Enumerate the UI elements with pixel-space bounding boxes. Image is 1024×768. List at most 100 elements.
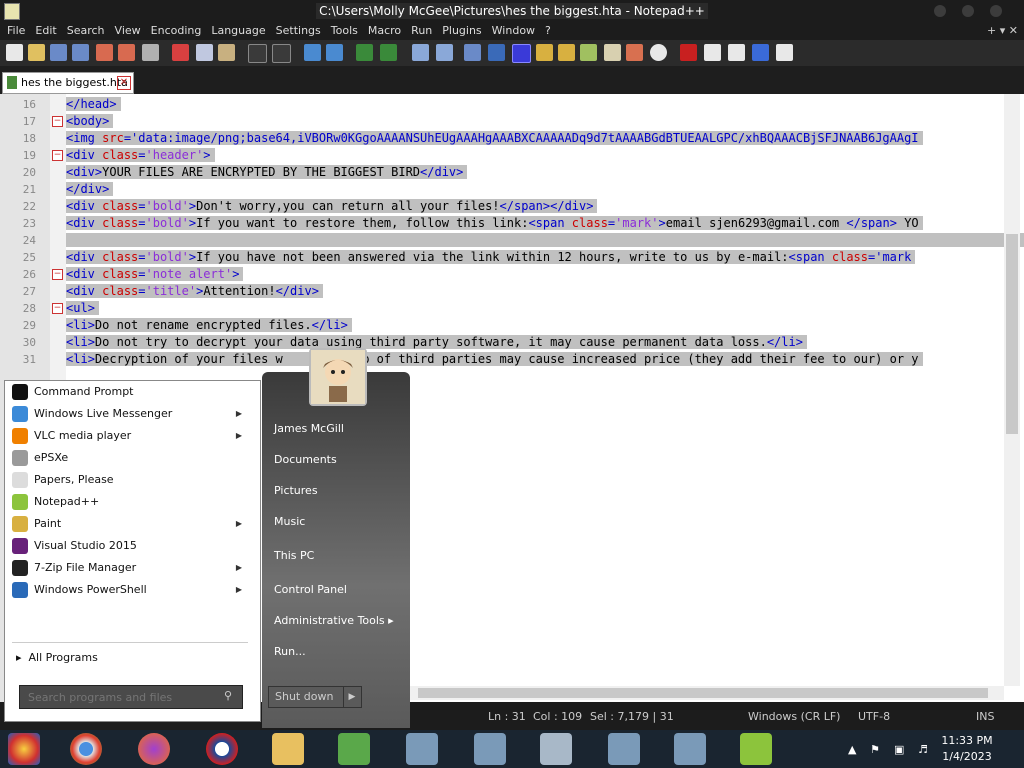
code-line[interactable]: <li>Do not rename encrypted files.</li>	[66, 317, 352, 334]
code-line[interactable]: <div class='title'>Attention!</div>	[66, 283, 323, 300]
start-link-documents[interactable]: Documents	[274, 451, 337, 469]
network-people-icon[interactable]	[338, 733, 370, 765]
indent-guide-icon[interactable]	[512, 44, 531, 63]
play-macro-icon[interactable]	[728, 44, 745, 61]
start-link-administrative-tools[interactable]: Administrative Tools ▸	[274, 612, 394, 630]
code-line[interactable]: <div class='bold'>Don't worry,you can re…	[66, 198, 598, 215]
status-insert-mode[interactable]: INS	[976, 710, 994, 723]
start-link-this-pc[interactable]: This PC	[274, 547, 314, 565]
code-line[interactable]: <div class='bold'>If you have not been a…	[66, 249, 916, 266]
word-wrap-icon[interactable]	[464, 44, 481, 61]
fold-toggle-icon[interactable]: −	[52, 116, 63, 127]
code-line[interactable]: <li>Do not try to decrypt your data usin…	[66, 334, 807, 351]
hta-app-icon-2[interactable]	[474, 733, 506, 765]
menu-macro[interactable]: Macro	[363, 22, 406, 40]
file-explorer-icon[interactable]	[272, 733, 304, 765]
menu-tools[interactable]: Tools	[326, 22, 363, 40]
start-program-windows-live-messenger[interactable]: Windows Live Messenger ▶	[10, 403, 250, 425]
tab-hes-the-biggest[interactable]: hes the biggest.hta ✕	[2, 72, 134, 94]
code-line[interactable]: <body>	[66, 113, 114, 130]
run-macro-multiple-icon[interactable]	[752, 44, 769, 61]
horizontal-scrollbar[interactable]	[410, 686, 1004, 700]
start-program-vlc-media-player[interactable]: VLC media player ▶	[10, 425, 250, 447]
code-line[interactable]: <div class='note alert'>	[66, 266, 244, 283]
start-search-input[interactable]	[22, 688, 220, 706]
user-language-icon[interactable]	[536, 44, 553, 61]
menu-encoding[interactable]: Encoding	[146, 22, 207, 40]
tab-close-icon[interactable]: ✕	[117, 76, 131, 90]
notepadpp-taskbar-icon[interactable]	[740, 733, 772, 765]
code-line[interactable]: </div>	[66, 181, 114, 198]
folder-as-workspace-icon[interactable]	[604, 44, 621, 61]
record-macro-icon[interactable]	[680, 44, 697, 61]
horizontal-scroll-thumb[interactable]	[418, 688, 988, 698]
sync-horizontal-icon[interactable]	[436, 44, 453, 61]
monitoring-icon[interactable]	[626, 44, 643, 61]
code-line[interactable]: <div class='bold'>If you want to restore…	[66, 215, 923, 232]
search-icon[interactable]: ⚲	[220, 689, 236, 705]
start-program-command-prompt[interactable]: Command Prompt	[10, 381, 250, 403]
start-program-epsxe[interactable]: ePSXe	[10, 447, 250, 469]
hta-app-icon-3[interactable]	[608, 733, 640, 765]
start-link-james-mcgill[interactable]: James McGill	[274, 420, 344, 438]
paste-icon[interactable]	[218, 44, 235, 61]
hta-app-icon-4[interactable]	[674, 733, 706, 765]
fold-toggle-icon[interactable]: −	[52, 269, 63, 280]
code-line[interactable]: <div>YOUR FILES ARE ENCRYPTED BY THE BIG…	[66, 164, 468, 181]
menu-search[interactable]: Search	[62, 22, 110, 40]
hta-app-icon-1[interactable]	[406, 733, 438, 765]
code-line[interactable]: <div class='header'>	[66, 147, 215, 164]
minimize-button[interactable]	[934, 5, 946, 17]
code-line[interactable]	[66, 232, 1024, 249]
all-programs-button[interactable]: ▸ All Programs	[16, 648, 98, 668]
code-line[interactable]: <ul>	[66, 300, 99, 317]
firefox-icon[interactable]	[138, 733, 170, 765]
code-line[interactable]: <img src='data:image/png;base64,iVBORw0K…	[66, 130, 923, 147]
zoom-out-icon[interactable]	[380, 44, 397, 61]
new-file-icon[interactable]	[6, 44, 23, 61]
status-encoding[interactable]: UTF-8	[858, 710, 890, 723]
fold-toggle-icon[interactable]: −	[52, 150, 63, 161]
fold-toggle-icon[interactable]: −	[52, 303, 63, 314]
menu-plugins[interactable]: Plugins	[437, 22, 486, 40]
status-eol[interactable]: Windows (CR LF)	[748, 710, 840, 723]
save-macro-icon[interactable]	[776, 44, 793, 61]
task-manager-icon[interactable]	[540, 733, 572, 765]
code-line[interactable]: <li>Decryption of your files w help of t…	[66, 351, 923, 368]
menu-language[interactable]: Language	[206, 22, 270, 40]
volume-icon[interactable]: ♬	[918, 744, 930, 756]
save-icon[interactable]	[50, 44, 67, 61]
start-link-control-panel[interactable]: Control Panel	[274, 581, 347, 599]
copy-icon[interactable]	[196, 44, 213, 61]
cut-icon[interactable]	[172, 44, 189, 61]
close-window-button[interactable]	[990, 5, 1002, 17]
obama-logo-icon[interactable]	[206, 733, 238, 765]
start-link-music[interactable]: Music	[274, 513, 305, 531]
eye-icon[interactable]	[650, 44, 667, 61]
system-clock[interactable]: 11:33 PM 1/4/2023	[932, 733, 1002, 765]
start-link-pictures[interactable]: Pictures	[274, 482, 318, 500]
show-all-chars-icon[interactable]	[488, 44, 505, 61]
start-button-icon[interactable]	[8, 733, 40, 765]
menu-file[interactable]: File	[2, 22, 30, 40]
doc-map-icon[interactable]	[558, 44, 575, 61]
function-list-icon[interactable]	[580, 44, 597, 61]
start-link-run[interactable]: Run...	[274, 643, 306, 661]
menu-bar-controls[interactable]: + ▾ ✕	[987, 22, 1018, 40]
stop-macro-icon[interactable]	[704, 44, 721, 61]
start-program-papers-please[interactable]: Papers, Please	[10, 469, 250, 491]
start-program-visual-studio-2015[interactable]: Visual Studio 2015	[10, 535, 250, 557]
chrome-icon[interactable]	[70, 733, 102, 765]
sync-vertical-icon[interactable]	[412, 44, 429, 61]
find-icon[interactable]	[304, 44, 321, 61]
shutdown-button[interactable]: Shut down ▶	[268, 686, 362, 708]
menu-settings[interactable]: Settings	[271, 22, 326, 40]
start-program-windows-powershell[interactable]: Windows PowerShell ▶	[10, 579, 250, 601]
start-program-7-zip-file-manager[interactable]: 7-Zip File Manager ▶	[10, 557, 250, 579]
menu-help[interactable]: ?	[540, 22, 556, 40]
vertical-scrollbar[interactable]	[1004, 94, 1020, 686]
start-program-paint[interactable]: Paint ▶	[10, 513, 250, 535]
close-file-icon[interactable]	[96, 44, 113, 61]
shutdown-options-arrow[interactable]: ▶	[343, 687, 360, 707]
start-search-box[interactable]: ⚲	[19, 685, 243, 709]
